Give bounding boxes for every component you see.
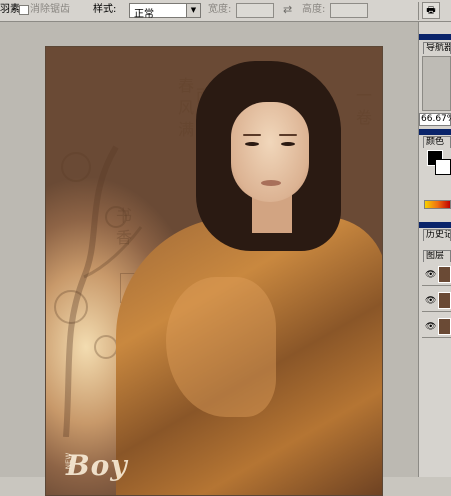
tab-navigator[interactable]: 导航器 xyxy=(423,42,451,54)
history-titlebar[interactable] xyxy=(419,222,451,228)
eye-icon[interactable]: 👁 xyxy=(425,270,436,280)
feather-label-partial: 羽素 xyxy=(0,4,20,15)
height-field[interactable] xyxy=(330,3,368,18)
layer-thumbnail xyxy=(438,318,451,335)
calligraphy-char: 满 xyxy=(178,120,195,139)
left-eye xyxy=(245,142,259,146)
calligraphy-char: 春 xyxy=(178,76,195,95)
style-select-value: 正常 xyxy=(134,9,154,20)
lips xyxy=(261,180,281,186)
logo-text: Boy xyxy=(66,449,128,482)
background-color-swatch[interactable] xyxy=(435,159,451,175)
layer-row[interactable]: 👁 xyxy=(422,290,451,312)
document-workspace: 春 风 满 面 书 香 一 卷 春 满 印 NEW xyxy=(0,22,418,496)
right-brow xyxy=(279,134,297,136)
chevron-down-icon[interactable]: ▼ xyxy=(186,4,200,17)
tab-layers[interactable]: 图层 xyxy=(423,250,451,262)
swap-arrows-icon[interactable]: ⇄ xyxy=(283,3,292,16)
style-label: 样式: xyxy=(93,4,117,15)
toolbar-divider xyxy=(418,2,419,20)
navigator-titlebar[interactable] xyxy=(419,34,451,40)
zoom-field[interactable]: 66.67% xyxy=(419,113,451,126)
width-label: 宽度: xyxy=(208,4,232,15)
antialias-checkbox[interactable] xyxy=(19,5,29,15)
print-icon[interactable]: 🖶 xyxy=(422,2,440,19)
eye-icon[interactable]: 👁 xyxy=(425,322,436,332)
calligraphy-char: 一 xyxy=(356,86,373,105)
right-eye xyxy=(281,142,295,146)
layer-thumbnail xyxy=(438,266,451,283)
layer-row[interactable]: 👁 xyxy=(422,316,451,338)
style-select[interactable]: 正常 ▼ xyxy=(129,3,201,20)
tab-color[interactable]: 颜色 xyxy=(423,136,451,148)
eye-icon[interactable]: 👁 xyxy=(425,296,436,306)
color-titlebar[interactable] xyxy=(419,129,451,135)
navigator-preview[interactable] xyxy=(422,56,451,111)
layer-row[interactable]: 👁 xyxy=(422,264,451,286)
layer-thumbnail xyxy=(438,292,451,309)
antialias-label: 消除锯齿 xyxy=(30,4,70,15)
options-bar: 羽素 消除锯齿 样式: 正常 ▼ 宽度: ⇄ 高度: 🖶 xyxy=(0,0,451,22)
left-brow xyxy=(243,134,261,136)
width-field[interactable] xyxy=(236,3,274,18)
face xyxy=(231,102,309,202)
tab-history[interactable]: 历史记 xyxy=(423,229,451,241)
calligraphy-char: 风 xyxy=(178,98,195,117)
height-label: 高度: xyxy=(302,4,326,15)
image-canvas[interactable]: 春 风 满 面 书 香 一 卷 春 满 印 NEW xyxy=(45,46,383,496)
color-ramp[interactable] xyxy=(424,200,451,209)
calligraphy-char: 卷 xyxy=(356,108,373,127)
